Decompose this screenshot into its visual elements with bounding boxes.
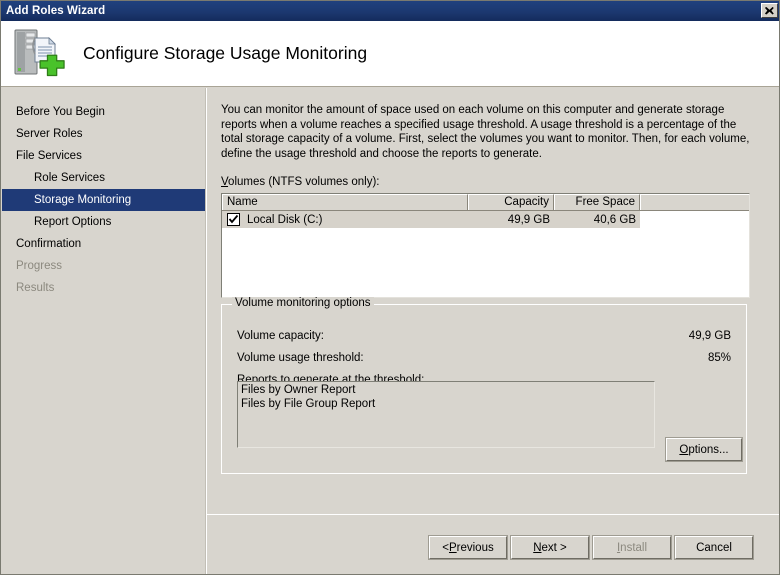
next-button[interactable]: Next > <box>510 535 590 560</box>
sidebar-item-before-you-begin[interactable]: Before You Begin <box>2 101 205 123</box>
list-item[interactable]: Files by Owner Report <box>241 384 654 398</box>
sidebar-item-file-services[interactable]: File Services <box>2 145 205 167</box>
sidebar-item-report-options[interactable]: Report Options <box>2 211 205 233</box>
volume-name-cell: Local Disk (C:) <box>222 212 468 228</box>
sidebar-item-role-services[interactable]: Role Services <box>2 167 205 189</box>
volume-capacity-value: 49,9 GB <box>688 330 731 342</box>
volume-name-label: Local Disk (C:) <box>247 213 323 226</box>
title-bar: Add Roles Wizard <box>1 1 779 21</box>
cancel-button[interactable]: Cancel <box>674 535 754 560</box>
list-item[interactable]: Files by File Group Report <box>241 398 654 412</box>
previous-button[interactable]: < Previous <box>428 535 508 560</box>
page-title: Configure Storage Usage Monitoring <box>83 43 368 63</box>
sidebar-item-progress: Progress <box>16 260 63 272</box>
column-header-name[interactable]: Name <box>222 194 468 210</box>
column-header-free-space[interactable]: Free Space <box>554 194 640 210</box>
volume-capacity-cell: 49,9 GB <box>507 213 550 226</box>
intro-text: You can monitor the amount of space used… <box>221 104 750 160</box>
add-roles-wizard-window: Add Roles Wizard Configure Storage Usage… <box>0 0 780 575</box>
wizard-steps-nav: Before You Begin Server Roles File Servi… <box>2 88 206 574</box>
volume-threshold-value: 85% <box>707 352 731 364</box>
close-button[interactable] <box>761 3 778 18</box>
sidebar-item-server-roles[interactable]: Server Roles <box>2 123 205 145</box>
sidebar-item-confirmation[interactable]: Confirmation <box>2 233 205 255</box>
volume-monitoring-options-group: Volume monitoring options Volume capacit… <box>221 297 747 474</box>
window-title: Add Roles Wizard <box>6 5 106 17</box>
column-header-capacity[interactable]: Capacity <box>468 194 554 210</box>
checkmark-icon <box>228 214 239 224</box>
volume-checkbox[interactable] <box>227 213 240 226</box>
server-with-document-and-plus-icon <box>11 26 69 82</box>
content-pane: You can monitor the amount of space used… <box>207 88 779 574</box>
volumes-label: Volumes (NTFS volumes only): <box>221 176 380 188</box>
group-legend: Volume monitoring options <box>232 297 374 309</box>
install-button: Install <box>592 535 672 560</box>
close-icon <box>765 6 774 14</box>
volumes-list-header: Name Capacity Free Space <box>222 194 749 211</box>
column-header-filler <box>640 194 749 210</box>
reports-list[interactable]: Files by Owner Report Files by File Grou… <box>237 381 655 448</box>
wizard-header: Configure Storage Usage Monitoring <box>1 21 779 87</box>
volume-free-space-cell: 40,6 GB <box>593 213 636 226</box>
sidebar-item-storage-monitoring[interactable]: Storage Monitoring <box>2 189 205 211</box>
options-button[interactable]: Options... <box>665 437 743 462</box>
volume-threshold-label: Volume usage threshold: <box>237 352 364 364</box>
footer-bar: < Previous Next > Install Cancel <box>207 515 779 574</box>
table-row[interactable]: Local Disk (C:) 49,9 GB 40,6 GB <box>222 211 640 228</box>
volumes-list[interactable]: Name Capacity Free Space Local Disk (C:)… <box>221 193 750 298</box>
sidebar-item-results: Results <box>16 282 55 294</box>
volume-capacity-label: Volume capacity: <box>237 330 324 342</box>
